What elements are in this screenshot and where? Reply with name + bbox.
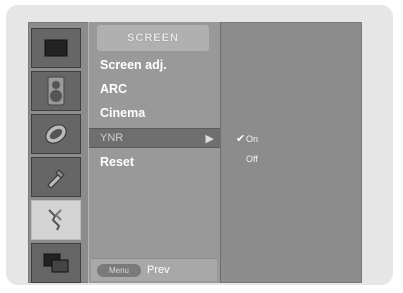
- menu-item-cinema[interactable]: Cinema: [89, 103, 220, 123]
- menu-item-label: Reset: [100, 155, 135, 169]
- menu-item-label: Cinema: [100, 106, 146, 120]
- menu-title: SCREEN: [97, 25, 209, 51]
- check-icon: ✔: [236, 133, 246, 145]
- time-icon[interactable]: [31, 114, 81, 154]
- option-label: On: [246, 133, 259, 144]
- menu-item-arc[interactable]: ARC: [89, 79, 220, 99]
- pip-icon[interactable]: [31, 243, 81, 283]
- menu-footer: Menu Prev: [91, 258, 217, 281]
- option-off[interactable]: Off: [236, 154, 258, 164]
- menu-item-label: ARC: [100, 82, 128, 96]
- prev-label: Prev: [147, 264, 170, 276]
- menu-item-label: Screen adj.: [100, 58, 167, 72]
- menu-item-reset[interactable]: Reset: [89, 152, 220, 172]
- menu-button[interactable]: Menu: [97, 263, 141, 277]
- option-label: Off: [246, 154, 258, 164]
- screen-menu: SCREEN Screen adj. ARC Cinema YNR ▶ Rese…: [88, 22, 221, 283]
- arrow-right-icon: ▶: [205, 133, 214, 145]
- menu-item-label: YNR: [100, 132, 124, 144]
- sound-icon[interactable]: [31, 71, 81, 111]
- option-on[interactable]: ✔ On: [236, 132, 258, 145]
- picture-icon[interactable]: [31, 28, 81, 68]
- ynr-submenu: ✔ On Off: [224, 22, 362, 283]
- menu-item-ynr[interactable]: YNR ▶: [89, 128, 220, 148]
- menu-frame: SCREEN Screen adj. ARC Cinema YNR ▶ Rese…: [6, 5, 393, 285]
- special-icon[interactable]: [31, 157, 81, 197]
- menu-item-screen-adj[interactable]: Screen adj.: [89, 55, 220, 75]
- osd-screen: SCREEN Screen adj. ARC Cinema YNR ▶ Rese…: [28, 22, 362, 283]
- screen-icon[interactable]: [31, 200, 81, 240]
- category-icon-bar: [28, 22, 85, 283]
